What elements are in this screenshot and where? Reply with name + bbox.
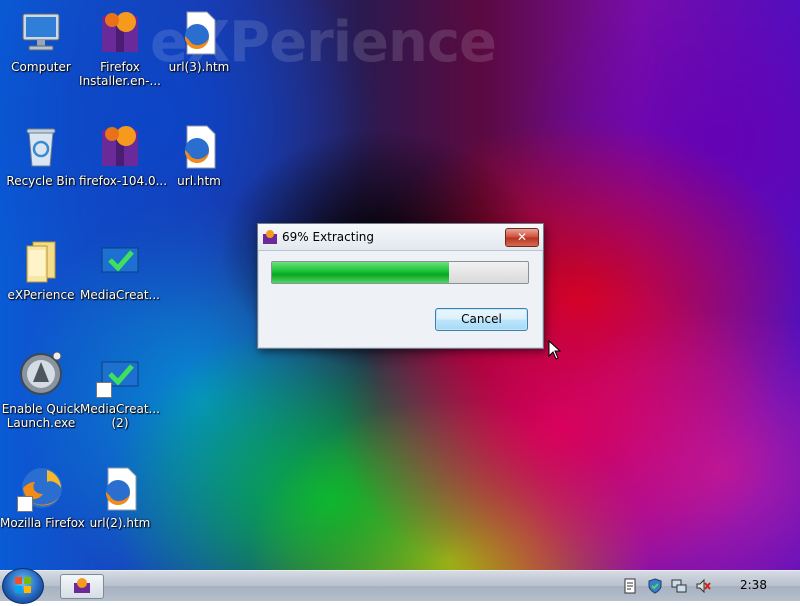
desktop-icon-enable-quick-launch[interactable]: Enable Quick Launch.exe: [0, 350, 82, 430]
start-button[interactable]: [2, 568, 44, 604]
htm-file-icon: [175, 122, 223, 170]
security-shield-tray-icon[interactable]: [647, 578, 663, 594]
desktop-icon-url2-htm[interactable]: url(2).htm: [79, 464, 161, 530]
icon-label: Firefox Installer.en-...: [79, 60, 161, 88]
icon-label: eXPerience: [7, 288, 75, 302]
recycle-bin-icon: [17, 122, 65, 170]
icon-label: Computer: [11, 60, 71, 74]
dialog-title: 69% Extracting: [282, 230, 375, 244]
progress-bar: [271, 261, 529, 284]
shortcut-arrow-icon: [96, 382, 112, 398]
media-creation-icon: [96, 236, 144, 284]
desktop-icon-mediacreation[interactable]: MediaCreat...: [79, 236, 161, 302]
close-button[interactable]: ✕: [505, 228, 539, 247]
htm-file-icon: [96, 464, 144, 512]
volume-muted-tray-icon[interactable]: [695, 578, 711, 594]
archive-icon: [74, 578, 90, 593]
desktop-icon-firefox-installer[interactable]: Firefox Installer.en-...: [79, 8, 161, 88]
icon-label: Mozilla Firefox: [0, 516, 85, 530]
desktop-icon-url-htm[interactable]: url.htm: [158, 122, 240, 188]
desktop-icon-recycle-bin[interactable]: Recycle Bin: [0, 122, 82, 188]
windows-logo-icon: [15, 577, 31, 593]
icon-label: Recycle Bin: [6, 174, 76, 188]
mouse-cursor-icon: [548, 340, 562, 360]
desktop-icon-firefox-104[interactable]: firefox-104.0...: [79, 122, 168, 188]
taskbar: 2:38: [0, 568, 800, 604]
progress-fill: [272, 262, 449, 283]
taskbar-clock[interactable]: 2:38: [740, 578, 767, 592]
computer-icon: [17, 8, 65, 56]
desktop-icon-url3-htm[interactable]: url(3).htm: [158, 8, 240, 74]
quick-launch-icon: [17, 350, 65, 398]
desktop-icon-experience-folder[interactable]: eXPerience: [0, 236, 82, 302]
icon-label: Enable Quick Launch.exe: [1, 402, 81, 430]
media-creation-icon: [96, 350, 144, 398]
taskbar-extracting-button[interactable]: [60, 574, 104, 599]
extracting-dialog: 69% Extracting ✕ Cancel: [257, 223, 544, 349]
cancel-button[interactable]: Cancel: [435, 308, 528, 331]
icon-label: url(2).htm: [89, 516, 151, 530]
icon-label: MediaCreat...: [80, 288, 160, 302]
firefox-installer-icon: [96, 122, 144, 170]
archive-icon: [263, 230, 277, 244]
icon-label: MediaCreat... (2): [80, 402, 160, 430]
dialog-titlebar[interactable]: 69% Extracting ✕: [258, 224, 543, 251]
firefox-icon: [17, 464, 65, 512]
network-tray-icon[interactable]: [671, 578, 687, 594]
desktop: eXPerience Computer Recycle Bin eXPerien…: [0, 0, 800, 570]
shortcut-arrow-icon: [17, 496, 33, 512]
icon-label: url.htm: [177, 174, 221, 188]
folder-icon: [17, 236, 65, 284]
htm-file-icon: [175, 8, 223, 56]
icon-label: url(3).htm: [168, 60, 230, 74]
desktop-icon-mediacreation-2[interactable]: MediaCreat... (2): [79, 350, 161, 430]
desktop-icon-mozilla-firefox[interactable]: Mozilla Firefox: [0, 464, 85, 530]
notes-tray-icon[interactable]: [622, 578, 638, 594]
icon-label: firefox-104.0...: [79, 174, 168, 188]
firefox-installer-icon: [96, 8, 144, 56]
desktop-icon-computer[interactable]: Computer: [0, 8, 82, 74]
